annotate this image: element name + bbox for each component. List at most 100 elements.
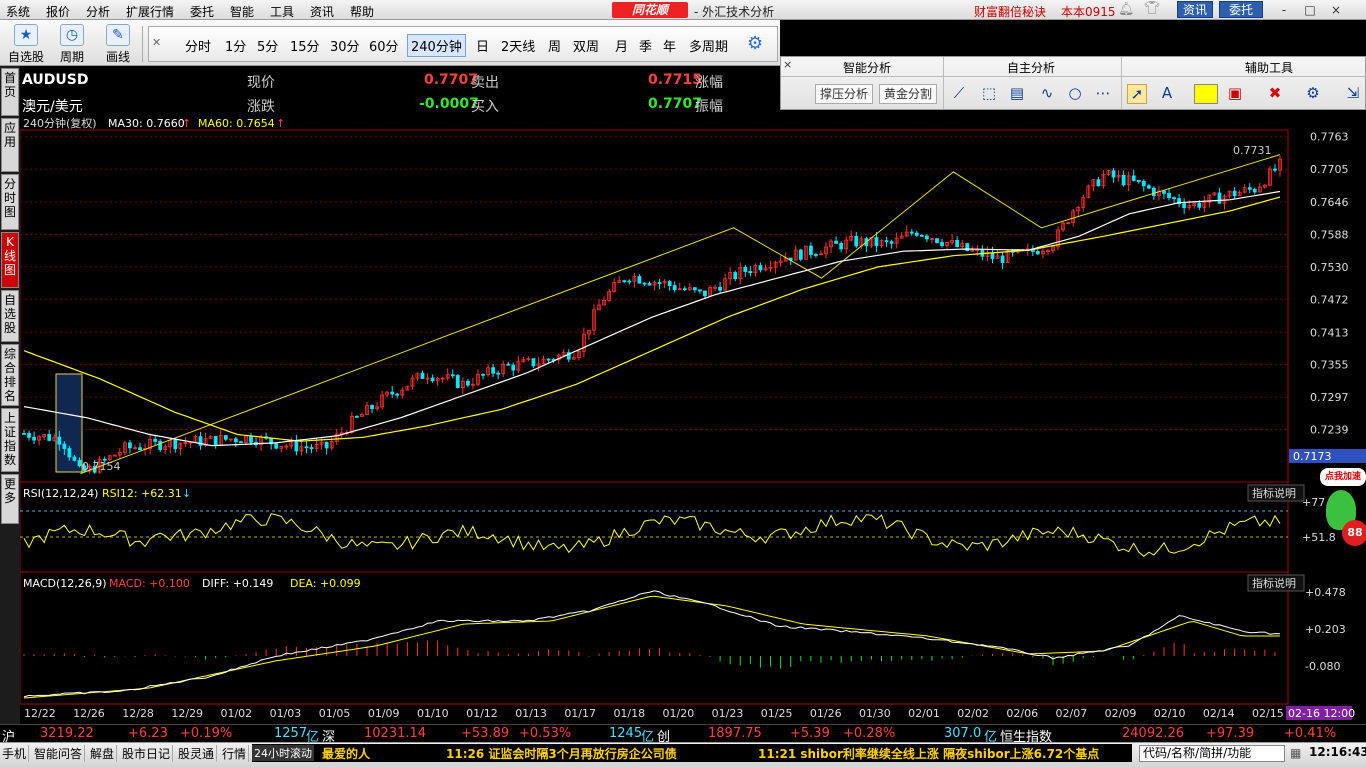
period-month[interactable]: 月 — [615, 36, 628, 55]
candle-body — [622, 280, 627, 283]
panel-close-icon[interactable]: × — [783, 58, 792, 71]
now-price-value: 0.7707 — [424, 72, 479, 88]
line-draw-icon[interactable]: ⟋ — [949, 84, 969, 102]
period-day[interactable]: 日 — [476, 36, 489, 55]
period-year[interactable]: 年 — [663, 36, 676, 55]
eraser-icon[interactable]: ▣ — [1225, 84, 1245, 102]
candle-body — [798, 249, 803, 260]
menu-system[interactable]: 系统 — [6, 3, 30, 20]
draw-label: 画线 — [105, 50, 130, 64]
close-button[interactable]: × — [1326, 2, 1346, 18]
period-5min[interactable]: 5分 — [257, 36, 278, 55]
text-box-icon[interactable]: ▤ — [1007, 84, 1027, 102]
cy-value[interactable]: 1897.75 — [708, 726, 762, 741]
candle-body — [506, 363, 511, 366]
status-tab-comment[interactable]: 解盘 — [88, 745, 118, 762]
change-pct-label: 涨幅 — [695, 75, 723, 91]
period-240min[interactable]: 240分钟 — [407, 34, 466, 57]
text-tool-icon[interactable]: A — [1157, 84, 1177, 102]
ticker-item[interactable]: 11:26 证监会时隔3个月再放行房企公司债 — [446, 745, 677, 762]
period-1min[interactable]: 1分 — [225, 36, 246, 55]
version-link[interactable]: 本本0915 — [1061, 3, 1116, 20]
menu-quote[interactable]: 报价 — [46, 3, 70, 20]
tab-ranking[interactable]: 综合排名 — [1, 344, 19, 406]
settings-icon[interactable]: ⚙︎ — [1303, 84, 1323, 102]
draw-tool[interactable]: ✎ 画线 — [98, 24, 138, 65]
delete-icon[interactable]: ✖ — [1265, 84, 1285, 102]
candle-body — [531, 358, 536, 367]
rect-draw-icon[interactable]: ⬚ — [979, 84, 999, 102]
menu-analysis[interactable]: 分析 — [86, 3, 110, 20]
minimize-button[interactable]: - — [1274, 2, 1294, 18]
period-week[interactable]: 周 — [548, 36, 561, 55]
period-15min[interactable]: 15分 — [290, 36, 320, 55]
ma30-up-arrow-icon: ↑ — [182, 117, 191, 130]
support-resistance-button[interactable]: 撑压分析 — [815, 84, 874, 104]
shirt-icon[interactable]: 👕︎ — [1144, 1, 1161, 16]
bell-icon[interactable]: 🔔︎ — [1118, 2, 1135, 17]
period-2day[interactable]: 2天线 — [501, 36, 535, 55]
tab-home[interactable]: 首页 — [1, 68, 19, 116]
promo-link[interactable]: 财富翻倍秘诀 — [974, 3, 1046, 20]
news-button[interactable]: 资讯 — [1177, 1, 1213, 18]
color-swatch[interactable] — [1194, 84, 1218, 104]
ticker-item[interactable]: 11:21 shibor利率继续全线上涨 隔夜shibor上涨6.72个基点 — [758, 745, 1099, 762]
menu-trade[interactable]: 委托 — [190, 3, 214, 20]
export-icon[interactable]: ⇲ — [1343, 84, 1363, 102]
golden-section-button[interactable]: 黄金分割 — [879, 84, 938, 104]
period-60min[interactable]: 60分 — [369, 36, 399, 55]
rsi-line — [23, 513, 1281, 557]
hs-value[interactable]: 24092.26 — [1122, 726, 1184, 741]
candle-body — [67, 448, 72, 458]
status-tab-mobile[interactable]: 手机 — [0, 745, 30, 762]
ticker-item[interactable]: 最爱的人 — [322, 745, 370, 762]
watchlist-tool[interactable]: ★ 自选股 — [6, 24, 46, 65]
sh-value[interactable]: 3219.22 — [40, 726, 94, 741]
candle-body — [1247, 187, 1252, 190]
status-tab-rolling[interactable]: 24小时滚动 — [252, 745, 314, 761]
wave-icon[interactable]: ∿ — [1037, 84, 1057, 102]
tab-apps[interactable]: 应用 — [1, 118, 19, 172]
speedup-widget[interactable]: 点我加速 88 — [1318, 468, 1366, 552]
status-tab-qa[interactable]: 智能问答 — [32, 745, 86, 762]
tab-timeshare[interactable]: 分时图 — [1, 174, 19, 230]
candle-body — [743, 266, 748, 272]
candle-body — [128, 442, 132, 449]
sh-change: +6.23 — [128, 726, 168, 741]
period-tool[interactable]: ◷ 周期 — [52, 24, 92, 65]
period-multi[interactable]: 多周期 — [689, 36, 728, 55]
search-input[interactable]: 代码/名称/简拼/功能 — [1139, 745, 1285, 762]
menu-smart[interactable]: 智能 — [230, 3, 254, 20]
candle-body — [874, 237, 879, 247]
candle-body — [62, 443, 67, 449]
period-tick[interactable]: 分时 — [185, 36, 211, 55]
menu-info[interactable]: 资讯 — [310, 3, 334, 20]
tab-watchlist[interactable]: 自选股 — [1, 290, 19, 342]
kline-chart[interactable]: 0.7763 0.7705 0.7646 0.7588 0.7530 0.7472 0.74… — [19, 116, 1366, 724]
more-icon[interactable]: ⋯ — [1093, 84, 1113, 102]
menu-tools[interactable]: 工具 — [270, 3, 294, 20]
period-30min[interactable]: 30分 — [330, 36, 360, 55]
date-tick: 02/14 — [1203, 707, 1235, 720]
period-biweek[interactable]: 双周 — [573, 36, 599, 55]
trade-button[interactable]: 委托 — [1219, 1, 1263, 18]
status-tab-guling[interactable]: 股灵通 — [176, 745, 218, 762]
tab-more[interactable]: 更多 — [1, 474, 19, 524]
menu-help[interactable]: 帮助 — [350, 3, 374, 20]
period-quarter[interactable]: 季 — [639, 36, 652, 55]
period-close-icon[interactable]: ✕ — [152, 36, 161, 49]
news-ticker[interactable]: 24小时滚动 最爱的人 11:26 证监会时隔3个月再放行房企公司债 11:21… — [252, 744, 1132, 762]
tab-kline[interactable]: K线图 — [1, 232, 19, 288]
maximize-button[interactable]: □ — [1300, 2, 1320, 18]
candle-body — [153, 438, 158, 442]
ma30-label: MA30: 0.7660 — [108, 117, 185, 130]
gear-icon[interactable]: ⚙︎ — [747, 33, 763, 54]
status-tab-market[interactable]: 行情 — [220, 745, 250, 762]
status-tab-diary[interactable]: 股市日记 — [120, 745, 174, 762]
circle-icon[interactable]: ○ — [1065, 84, 1085, 102]
sz-value[interactable]: 10231.14 — [364, 726, 426, 741]
cursor-icon[interactable]: ➚ — [1127, 84, 1147, 104]
macd-value: MACD: +0.100 — [109, 577, 190, 590]
tab-sh-index[interactable]: 上证指数 — [1, 408, 19, 472]
menu-ext-quote[interactable]: 扩展行情 — [126, 3, 174, 20]
